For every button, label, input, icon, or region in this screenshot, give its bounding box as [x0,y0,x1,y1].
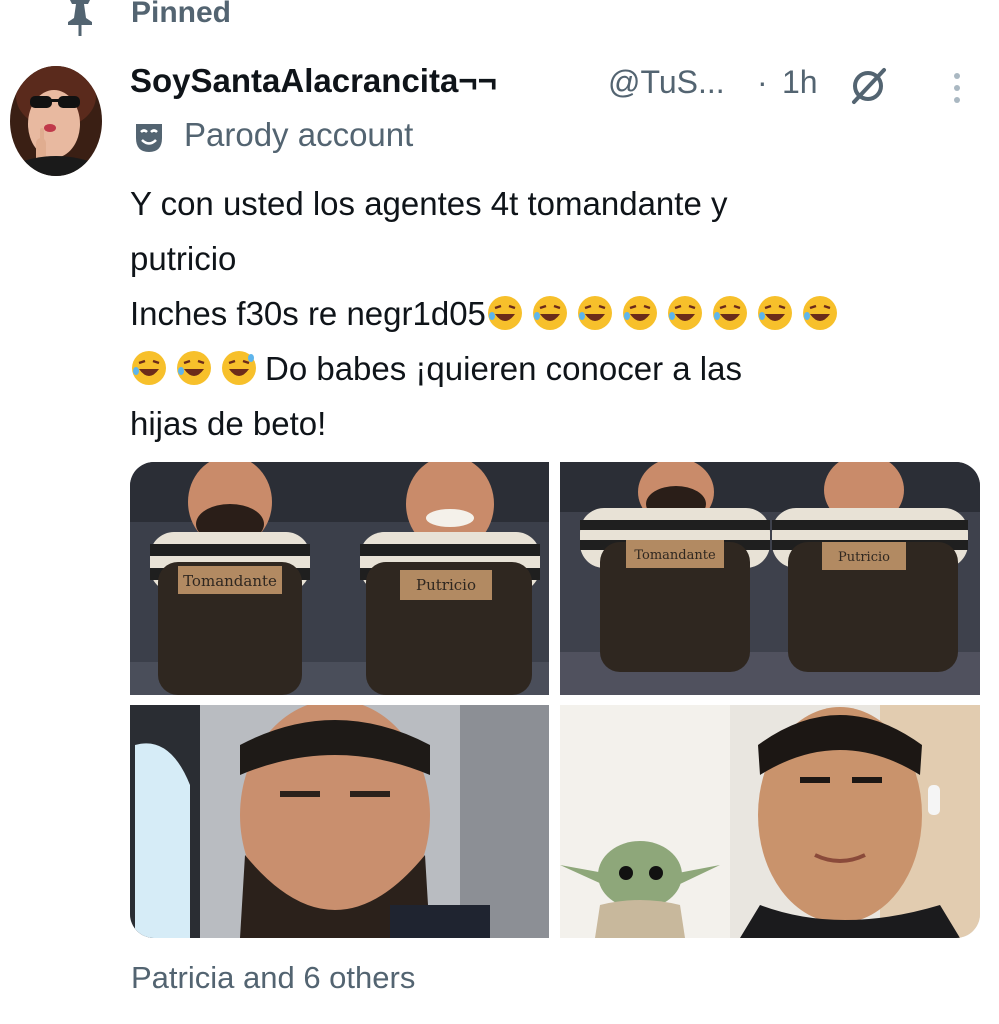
tweet-line-text: Do babes ¡quieren conocer a las [265,350,742,387]
parody-mask-icon [136,124,162,152]
tweet-line: putricio [130,240,237,277]
emoji-icon: 🤣 [132,351,166,385]
emoji-icon: 🤣 [802,296,837,330]
more-options-icon[interactable] [946,68,968,108]
emoji-icon: 🤣 [577,296,612,330]
costume-label: Tomandante [183,572,277,590]
parody-badge-label: Parody account [184,116,414,153]
emoji-icon: 🤣 [622,296,657,330]
grok-icon[interactable] [846,66,890,106]
tweet-line: 🤣 😂 😅 Do babes ¡quieren conocer a las [130,341,970,396]
emoji-group: 🤣 🤣 🤣 🤣 🤣 🤣 🤣 🤣 [486,295,846,332]
tweet-image-3[interactable] [130,705,549,938]
emoji-icon: 🤣 [757,296,792,330]
avatar[interactable] [10,66,102,176]
costume-label: Putricio [838,550,890,565]
emoji-icon: 😅 [222,351,256,385]
pinned-row: Pinned [0,0,999,40]
separator-dot: · [757,64,768,100]
media-grid: Tomandante Putricio Tomandante Putricio [130,462,980,938]
tweet-line: hijas de beto! [130,405,327,442]
tweet-line-text: Inches f30s re negr1d05 [130,295,486,332]
tweet-timestamp[interactable]: 1h [782,64,818,101]
pinned-label: Pinned [131,0,232,29]
emoji-icon: 🤣 [712,296,747,330]
author-display-name[interactable]: SoySantaAlacrancita¬¬ [130,62,497,100]
costume-label: Putricio [416,576,476,594]
emoji-group: 🤣 😂 😅 [130,350,265,387]
tweet-image-1[interactable]: Tomandante Putricio [130,462,549,695]
liked-by-text[interactable]: Patricia and 6 others [131,960,415,996]
tweet-image-2[interactable]: Tomandante Putricio [560,462,980,695]
emoji-icon: 😂 [177,351,211,385]
costume-label: Tomandante [634,548,716,563]
tweet-text: Y con usted los agentes 4t tomandante y … [130,176,970,451]
tweet-line: Inches f30s re negr1d05🤣🤣🤣🤣🤣🤣🤣🤣 [130,286,970,341]
emoji-icon: 🤣 [487,296,522,330]
tweet-header: SoySantaAlacrancita¬¬ @TuS... · 1h [130,62,990,108]
emoji-icon: 🤣 [532,296,567,330]
tweet-line: Y con usted los agentes 4t tomandante y [130,185,728,222]
author-handle[interactable]: @TuS... [608,64,725,101]
tweet-image-4[interactable] [560,705,980,938]
pin-icon [68,0,92,36]
emoji-icon: 🤣 [667,296,702,330]
